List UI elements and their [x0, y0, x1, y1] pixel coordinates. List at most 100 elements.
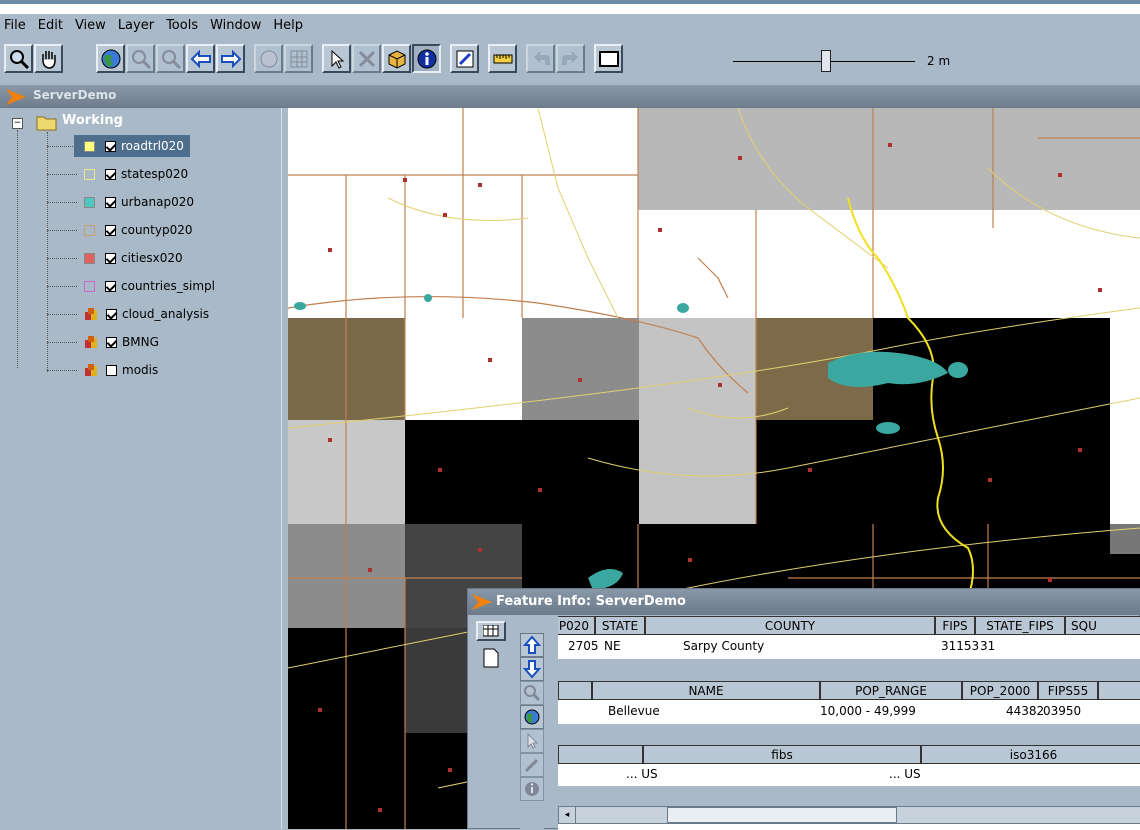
- scroll-left-button[interactable]: ◂: [559, 807, 576, 823]
- window-top-strip: [0, 0, 1140, 14]
- scroll-up-button[interactable]: [520, 633, 544, 657]
- menu-layer[interactable]: Layer: [114, 18, 162, 33]
- layer-row-cloud-analysis[interactable]: cloud_analysis: [84, 303, 209, 325]
- redo-icon: [562, 51, 578, 65]
- col-header-fibs[interactable]: fibs: [643, 745, 921, 764]
- box-3d-button[interactable]: [382, 44, 411, 73]
- edit-button[interactable]: [450, 44, 479, 73]
- col-header-name[interactable]: NAME: [592, 681, 820, 700]
- pencil-icon: [524, 758, 539, 773]
- grid-button[interactable]: [284, 44, 313, 73]
- layer-visibility-checkbox[interactable]: [105, 140, 116, 152]
- menu-window[interactable]: Window: [206, 18, 269, 33]
- layer-visibility-checkbox[interactable]: [106, 336, 117, 348]
- layer-row-roadtrl020[interactable]: roadtrl020: [74, 135, 190, 157]
- cell-fips: 31153: [941, 639, 980, 653]
- raster-layer-icon: [85, 308, 97, 320]
- layer-row-citiesx020[interactable]: citiesx020: [84, 247, 183, 269]
- col-header-pop-range[interactable]: POP_RANGE: [820, 681, 962, 700]
- cell-name: Bellevue: [608, 704, 660, 718]
- col-header-pop-2000[interactable]: POP_2000: [962, 681, 1038, 700]
- col-header-iso3166[interactable]: iso3166: [921, 745, 1140, 764]
- window-button[interactable]: [594, 44, 623, 73]
- back-button[interactable]: [186, 44, 215, 73]
- layer-visibility-checkbox[interactable]: [106, 308, 117, 320]
- cell-pop-2000: 44382: [1006, 704, 1045, 718]
- layer-row-urbanap020[interactable]: urbanap020: [84, 191, 194, 213]
- globe-button[interactable]: [96, 44, 125, 73]
- redo-button[interactable]: [556, 44, 585, 73]
- layer-visibility-checkbox[interactable]: [105, 224, 116, 236]
- zoom-button[interactable]: [4, 44, 33, 73]
- scrollbar-thumb[interactable]: [667, 807, 897, 823]
- col-header-state[interactable]: STATE: [595, 616, 645, 635]
- raster-layer-icon: [85, 364, 97, 376]
- cell-state: NE: [604, 639, 621, 653]
- tools-button[interactable]: [352, 44, 381, 73]
- zoom-out-icon: [162, 50, 182, 70]
- col-header-blank2[interactable]: [558, 745, 643, 764]
- palette-icon: [260, 50, 278, 68]
- layer-row-BMNG[interactable]: BMNG: [84, 331, 159, 353]
- ruler-icon: [493, 54, 513, 64]
- undo-icon: [534, 51, 550, 65]
- col-header-squ[interactable]: SQU: [1065, 616, 1140, 635]
- cell-p020: 2705: [568, 639, 599, 653]
- window-icon: [599, 51, 619, 67]
- layer-visibility-checkbox[interactable]: [105, 252, 116, 264]
- back-arrow-icon: [190, 49, 211, 69]
- cell-county: Sarpy County: [683, 639, 765, 653]
- scroll-down-button[interactable]: [520, 657, 544, 681]
- layer-row-statesp020[interactable]: statesp020: [84, 163, 188, 185]
- undo-button[interactable]: [526, 44, 555, 73]
- zoom-to-feature-button[interactable]: [520, 681, 544, 705]
- select-feature-button[interactable]: [520, 729, 544, 753]
- info-feature-button[interactable]: [520, 777, 544, 801]
- zoom-in-button[interactable]: [126, 44, 155, 73]
- layer-swatch-icon: [84, 140, 95, 152]
- layer-row-modis[interactable]: modis: [84, 359, 158, 381]
- layer-swatch-icon: [84, 224, 95, 236]
- col-header-fips[interactable]: FIPS: [935, 616, 975, 635]
- select-button[interactable]: [322, 44, 351, 73]
- grid-icon: [290, 50, 308, 68]
- col-header-fips55[interactable]: FIPS55: [1038, 681, 1098, 700]
- col-header-state-fips[interactable]: STATE_FIPS: [975, 616, 1065, 635]
- table-view-button[interactable]: [476, 621, 506, 641]
- forward-arrow-icon: [221, 49, 242, 69]
- menu-bar: File Edit View Layer Tools Window Help: [0, 14, 1140, 36]
- menu-file[interactable]: File: [0, 18, 34, 33]
- layer-row-countries-simpl[interactable]: countries_simpl: [84, 275, 215, 297]
- horizontal-scrollbar[interactable]: ◂: [558, 806, 1140, 824]
- globe-feature-button[interactable]: [520, 705, 544, 729]
- zoom-out-button[interactable]: [156, 44, 185, 73]
- col-header-blank[interactable]: [558, 681, 592, 700]
- menu-edit[interactable]: Edit: [34, 18, 71, 33]
- layer-row-countyp020[interactable]: countyp020: [84, 219, 192, 241]
- layer-visibility-checkbox[interactable]: [105, 168, 116, 180]
- ruler-button[interactable]: [488, 44, 517, 73]
- layer-visibility-checkbox[interactable]: [105, 196, 116, 208]
- col-header-county[interactable]: COUNTY: [645, 616, 935, 635]
- raster-layer-icon: [85, 336, 97, 348]
- menu-view[interactable]: View: [71, 18, 114, 33]
- edit-feature-button[interactable]: [520, 753, 544, 777]
- layer-label: countyp020: [121, 223, 193, 237]
- toolbar: [0, 38, 1140, 84]
- layer-swatch-icon: [84, 280, 95, 292]
- layer-visibility-checkbox[interactable]: [106, 364, 117, 376]
- info-button[interactable]: [412, 44, 441, 73]
- menu-help[interactable]: Help: [269, 18, 311, 33]
- palette-button[interactable]: [254, 44, 283, 73]
- menu-tools[interactable]: Tools: [162, 18, 206, 33]
- document-view-button[interactable]: [476, 647, 506, 669]
- pan-button[interactable]: [34, 44, 63, 73]
- feature-info-title-bar[interactable]: Feature Info: ServerDemo: [468, 589, 1140, 615]
- layer-visibility-checkbox[interactable]: [105, 280, 116, 292]
- col-header-extra[interactable]: [1098, 681, 1140, 700]
- scale-slider-thumb[interactable]: [820, 50, 831, 72]
- forward-button[interactable]: [216, 44, 245, 73]
- collapse-toggle[interactable]: −: [12, 118, 23, 129]
- col-header-p020[interactable]: P020: [558, 616, 595, 635]
- layer-label: citiesx020: [121, 251, 183, 265]
